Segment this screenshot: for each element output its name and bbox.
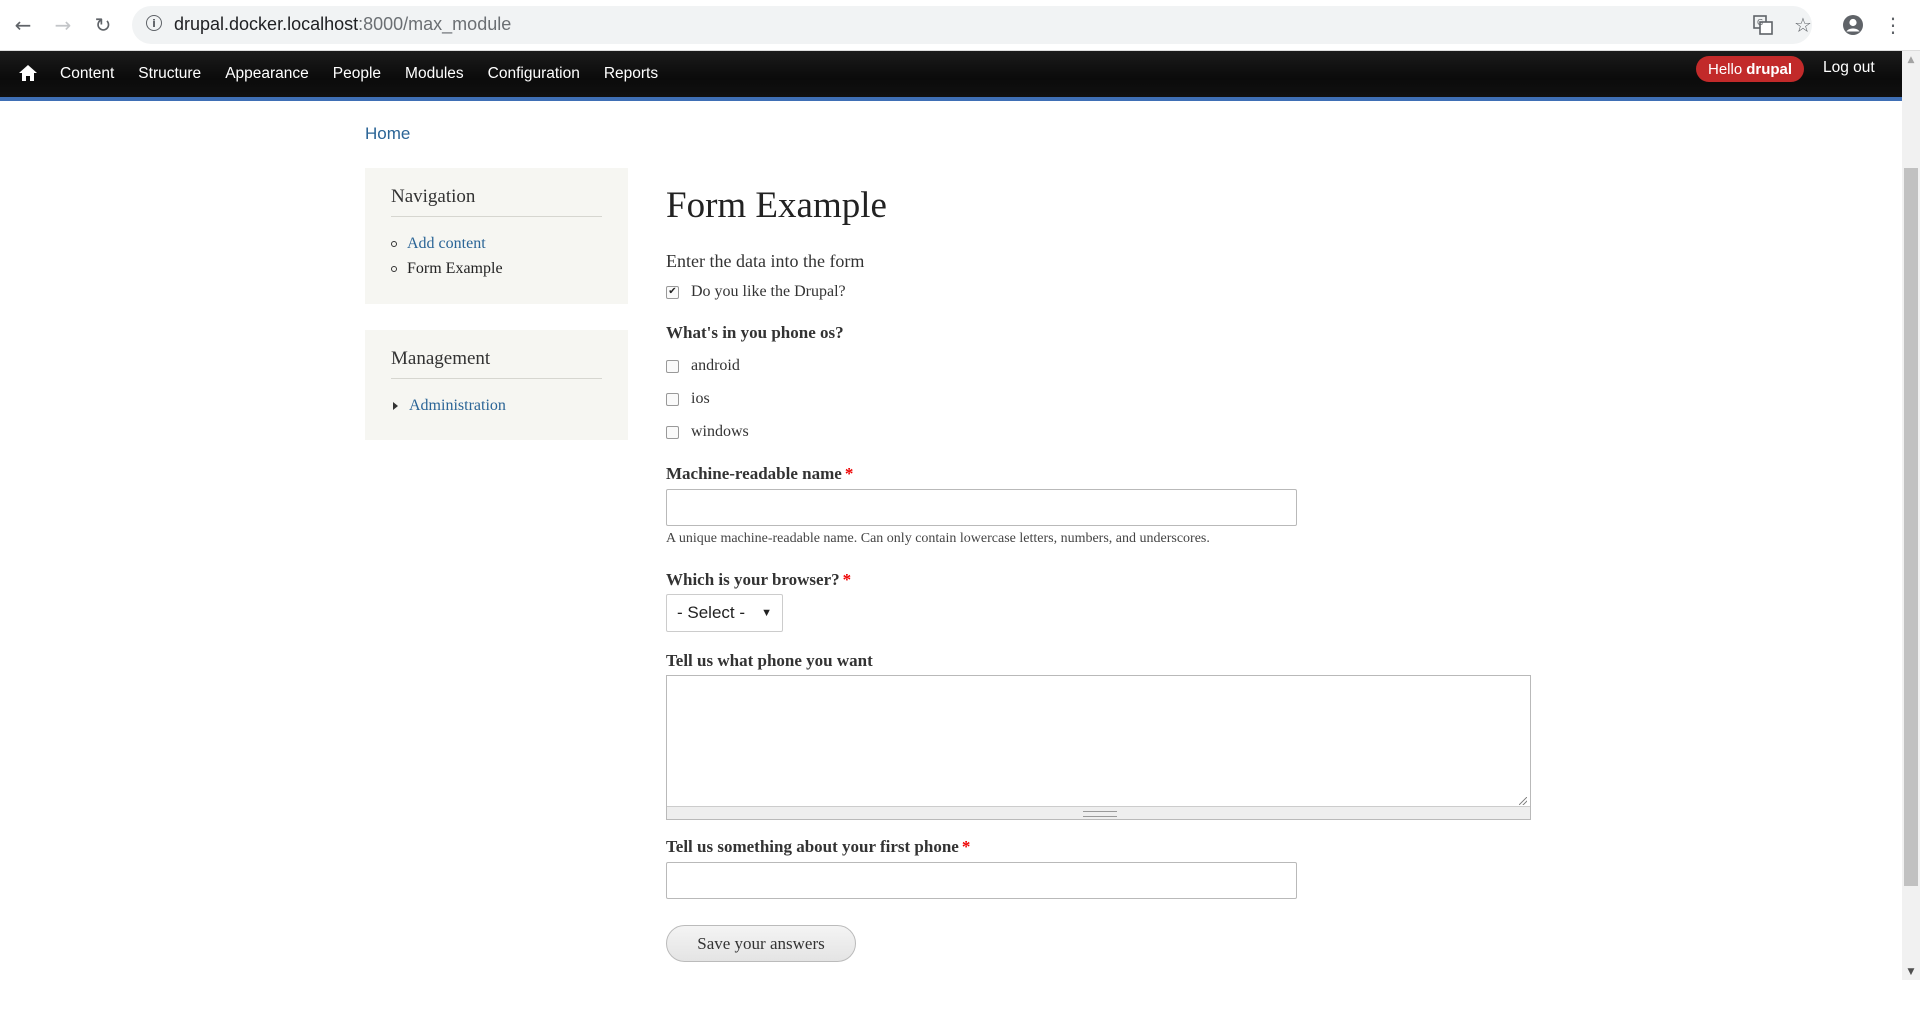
navigation-block-title: Navigation xyxy=(391,186,602,217)
save-answers-button[interactable]: Save your answers xyxy=(666,925,856,962)
home-icon[interactable] xyxy=(16,61,40,85)
page-title: Form Example xyxy=(666,185,887,226)
user-greeting-badge[interactable]: Hello drupal xyxy=(1696,56,1805,82)
like-drupal-checkbox-row: ✔ Do you like the Drupal? xyxy=(666,283,846,301)
form-example-active-item[interactable]: Form Example xyxy=(407,256,503,281)
navigation-item: Form Example xyxy=(391,256,602,281)
management-block-title: Management xyxy=(391,348,602,379)
address-bar[interactable]: i drupal.docker.localhost:8000/max_modul… xyxy=(132,6,1812,44)
add-content-link[interactable]: Add content xyxy=(407,231,486,256)
grip-handle-icon xyxy=(1083,811,1117,817)
phone-os-option-row: ios xyxy=(666,390,710,408)
back-arrow-icon[interactable]: ← xyxy=(11,13,35,37)
machine-name-label-text: Machine-readable name xyxy=(666,464,842,483)
phone-os-label: What's in you phone os? xyxy=(666,323,844,342)
machine-name-description: A unique machine-readable name. Can only… xyxy=(666,531,1210,546)
toolbar-menu: Content Structure Appearance People Modu… xyxy=(48,51,670,97)
bullet-icon xyxy=(391,265,397,272)
textarea-resize-grip[interactable] xyxy=(667,806,1530,819)
required-asterisk: * xyxy=(842,570,852,589)
navigation-block: Navigation Add content Form Example xyxy=(365,168,628,304)
browser-menu-icon[interactable]: ⋮ xyxy=(1881,13,1905,37)
breadcrumb-home-link[interactable]: Home xyxy=(365,124,410,144)
ios-checkbox[interactable] xyxy=(666,392,679,406)
management-item: Administration xyxy=(391,393,602,418)
translate-icon[interactable]: G xyxy=(1751,13,1775,37)
browser-select-label-text: Which is your browser? xyxy=(666,570,840,589)
browser-select-label: Which is your browser? * xyxy=(666,570,851,590)
browser-select-value: - Select - xyxy=(677,603,746,622)
machine-name-label: Machine-readable name * xyxy=(666,464,853,484)
like-drupal-checkbox[interactable]: ✔ xyxy=(666,285,679,299)
admin-toolbar: Content Structure Appearance People Modu… xyxy=(0,51,1902,101)
svg-text:G: G xyxy=(1757,18,1763,27)
toolbar-item-appearance[interactable]: Appearance xyxy=(213,65,321,83)
logout-link[interactable]: Log out xyxy=(1823,59,1875,77)
first-phone-input[interactable] xyxy=(666,862,1297,899)
android-checkbox[interactable] xyxy=(666,359,679,373)
windows-checkbox[interactable] xyxy=(666,425,679,439)
like-drupal-label: Do you like the Drupal? xyxy=(691,283,846,300)
management-block: Management Administration xyxy=(365,330,628,440)
profile-avatar-icon[interactable] xyxy=(1841,13,1865,37)
ios-label: ios xyxy=(691,390,710,407)
forward-arrow-icon[interactable]: → xyxy=(51,13,75,37)
windows-label: windows xyxy=(691,423,749,440)
greeting-username: drupal xyxy=(1746,60,1793,78)
toolbar-item-people[interactable]: People xyxy=(321,65,393,83)
machine-name-input[interactable] xyxy=(666,489,1297,526)
expand-triangle-icon[interactable] xyxy=(393,401,398,410)
address-url[interactable]: drupal.docker.localhost:8000/max_module xyxy=(174,14,511,35)
resize-corner-icon[interactable] xyxy=(1519,797,1527,805)
dropdown-arrow-icon: ▼ xyxy=(761,607,772,619)
bookmark-star-icon[interactable]: ☆ xyxy=(1791,13,1815,37)
browser-select[interactable]: - Select - ▼ xyxy=(666,594,783,632)
browser-chrome: ← → ↻ i drupal.docker.localhost:8000/max… xyxy=(0,0,1920,51)
toolbar-item-modules[interactable]: Modules xyxy=(393,65,476,83)
toolbar-item-structure[interactable]: Structure xyxy=(126,65,213,83)
greeting-prefix: Hello xyxy=(1708,60,1743,78)
reload-icon[interactable]: ↻ xyxy=(91,13,115,37)
url-host: drupal.docker.localhost xyxy=(174,14,359,34)
toolbar-item-content[interactable]: Content xyxy=(48,65,126,83)
required-asterisk: * xyxy=(844,464,854,483)
navigation-menu: Add content Form Example xyxy=(391,231,602,281)
android-label: android xyxy=(691,357,740,374)
url-path: :8000/max_module xyxy=(358,14,512,34)
bullet-icon xyxy=(391,240,397,247)
toolbar-item-reports[interactable]: Reports xyxy=(592,65,670,83)
required-asterisk: * xyxy=(961,837,971,856)
site-info-icon[interactable]: i xyxy=(146,15,162,31)
administration-link[interactable]: Administration xyxy=(409,393,506,418)
toolbar-item-configuration[interactable]: Configuration xyxy=(476,65,592,83)
scrollbar-thumb[interactable] xyxy=(1904,168,1918,886)
phone-want-label: Tell us what phone you want xyxy=(666,651,873,670)
scroll-down-arrow-icon[interactable]: ▼ xyxy=(1902,963,1920,980)
first-phone-label: Tell us something about your first phone… xyxy=(666,837,970,857)
first-phone-label-text: Tell us something about your first phone xyxy=(666,837,959,856)
phone-os-option-row: android xyxy=(666,357,740,375)
phone-os-option-row: windows xyxy=(666,423,749,441)
navigation-item: Add content xyxy=(391,231,602,256)
management-menu: Administration xyxy=(391,393,602,418)
form-intro-text: Enter the data into the form xyxy=(666,251,865,271)
scroll-up-arrow-icon[interactable]: ▲ xyxy=(1902,51,1920,68)
phone-want-textarea[interactable] xyxy=(666,675,1531,820)
